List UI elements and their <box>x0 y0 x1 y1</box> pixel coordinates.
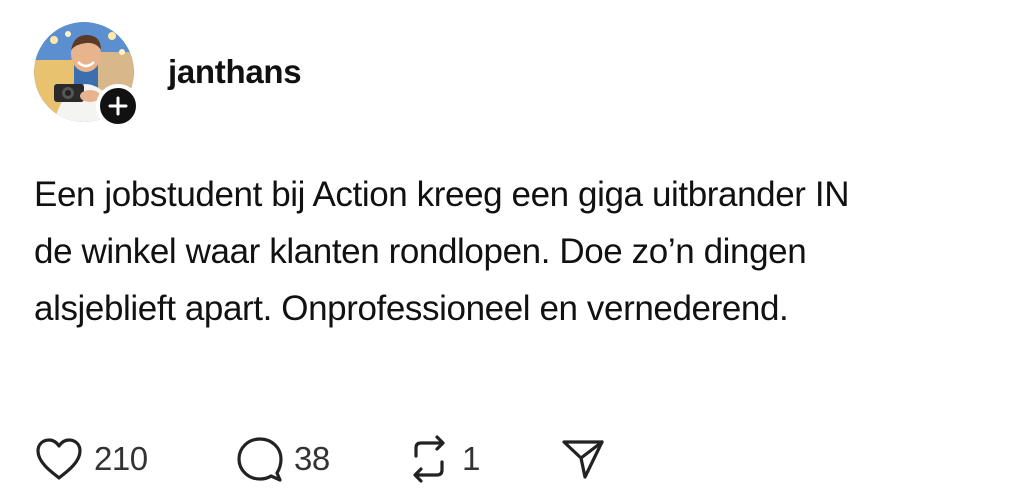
action-bar: 210 38 1 <box>34 432 606 486</box>
reply-count: 38 <box>294 440 330 477</box>
repost-icon <box>413 435 445 483</box>
follow-button[interactable] <box>96 84 140 128</box>
post-text-line: de winkel waar klanten rondlopen. Doe zo… <box>34 232 807 271</box>
like-count: 210 <box>94 440 148 477</box>
repost-count: 1 <box>462 440 480 477</box>
post-text: Een jobstudent bij Action kreeg een giga… <box>34 166 1009 337</box>
avatar-container[interactable] <box>34 22 140 128</box>
username[interactable]: janthans <box>168 52 302 92</box>
speech-bubble-icon <box>237 437 283 482</box>
heart-icon <box>36 438 82 480</box>
post-text-line: alsjeblieft apart. Onprofessioneel en ve… <box>34 289 789 328</box>
repost-button[interactable]: 1 <box>406 432 560 486</box>
paper-plane-icon <box>562 440 604 479</box>
plus-icon <box>108 96 128 116</box>
share-button[interactable] <box>560 432 606 486</box>
post-text-line: Een jobstudent bij Action kreeg een giga… <box>34 175 850 214</box>
like-button[interactable]: 210 <box>34 432 234 486</box>
reply-button[interactable]: 38 <box>234 432 406 486</box>
post-card: janthans Een jobstudent bij Action kreeg… <box>0 0 1024 503</box>
